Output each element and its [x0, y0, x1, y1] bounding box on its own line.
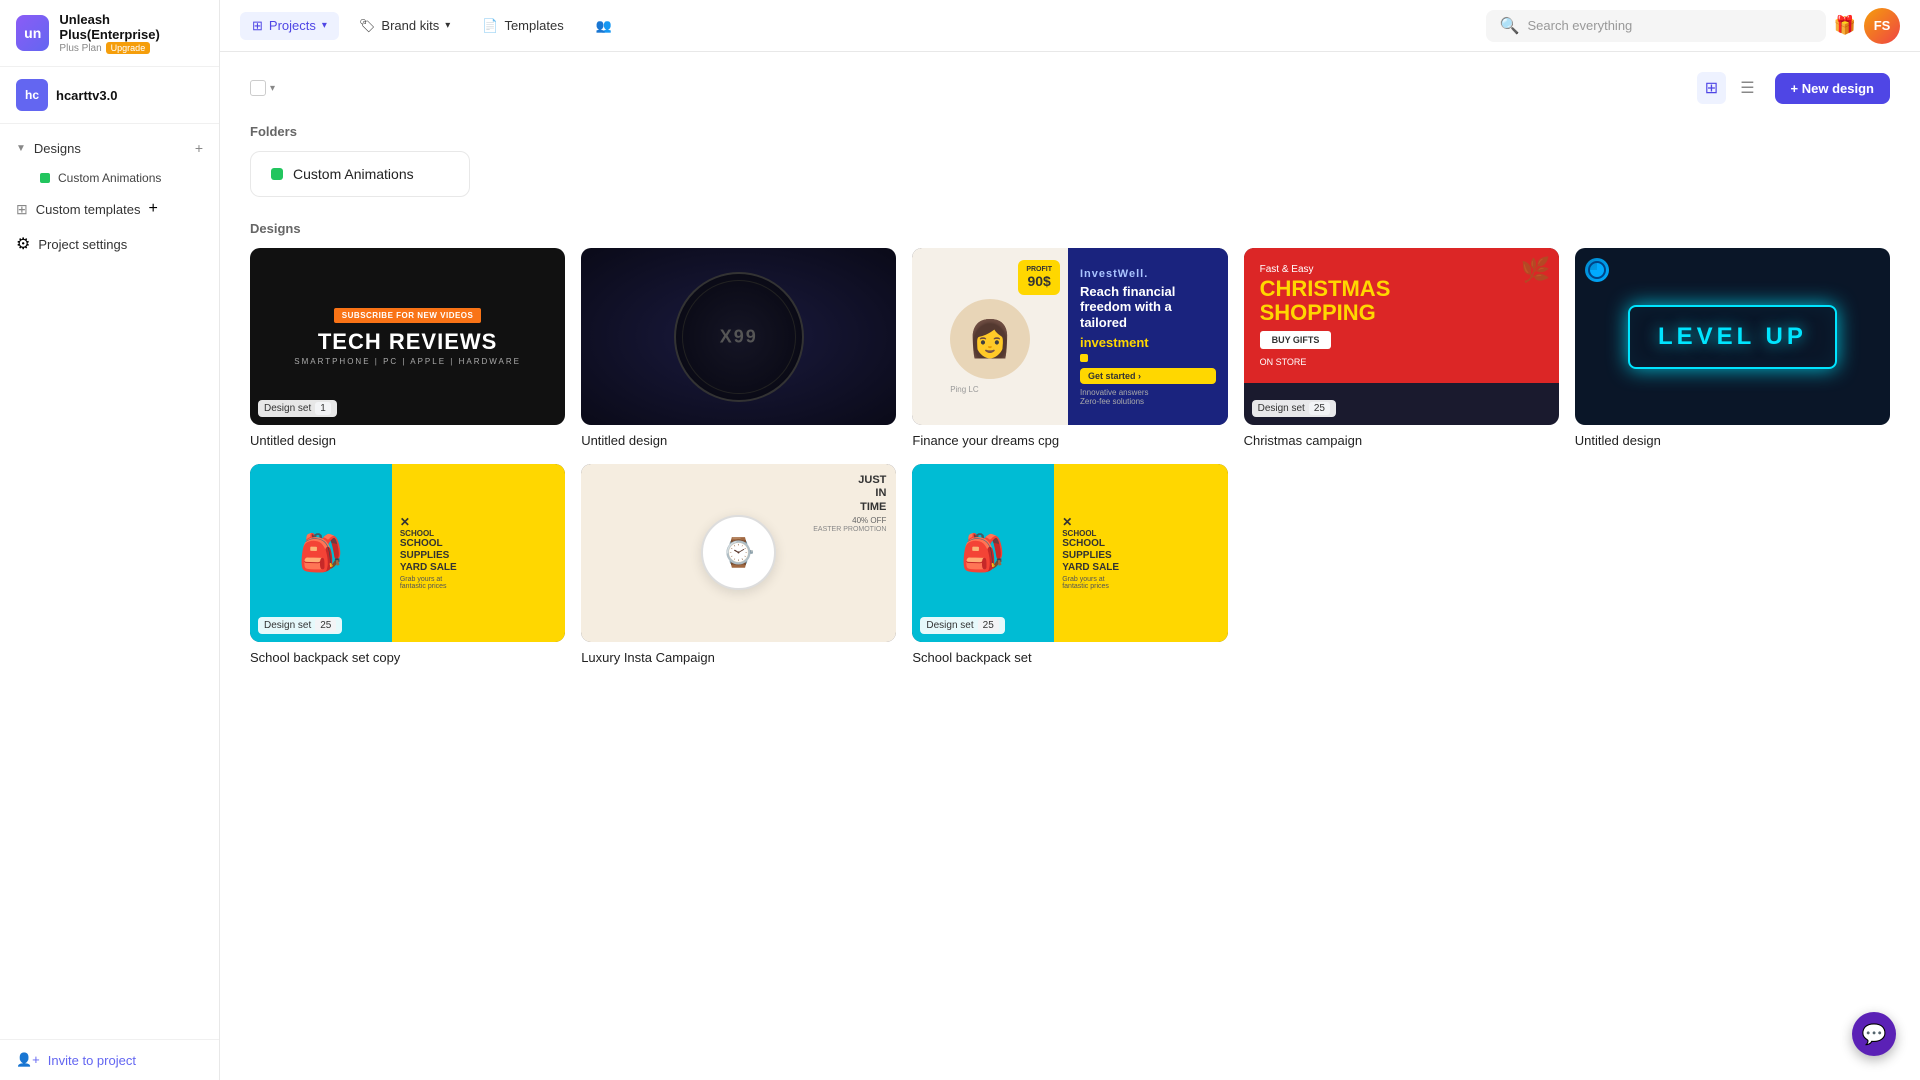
design-thumb-school-set: 🎒 ✕ SCHOOL SCHOOLSUPPLIESYARD SALE Grab … — [912, 464, 1227, 641]
design-card-school-set[interactable]: 🎒 ✕ SCHOOL SCHOOLSUPPLIESYARD SALE Grab … — [912, 464, 1227, 664]
design-title: Untitled design — [1575, 433, 1890, 448]
design-card-luxury[interactable]: ⌚ JUSTINTIME 40% OFF EASTER PROMOTION Lu… — [581, 464, 896, 664]
design-title: Christmas campaign — [1244, 433, 1559, 448]
invite-icon: 👤+ — [16, 1052, 40, 1068]
select-all-checkbox[interactable] — [250, 80, 266, 96]
design-thumb-school-copy: 🎒 ✕ SCHOOL SCHOOLSUPPLIESYARD SALE Grab … — [250, 464, 565, 641]
design-thumb-tech-reviews: SUBSCRIBE FOR NEW VIDEOS TECH REVIEWS SM… — [250, 248, 565, 425]
user-avatar[interactable]: FS — [1864, 8, 1900, 44]
workspace-avatar: hc — [16, 79, 48, 111]
team-icon: 👥 — [596, 18, 612, 34]
sidebar-footer: 👤+ Invite to project — [0, 1039, 219, 1080]
sidebar-item-custom-templates[interactable]: ⊞ Custom templates + — [0, 192, 219, 226]
top-navigation: ⊞ Projects ▾ 🏷 Brand kits ▾ 📄 Templates … — [220, 0, 1920, 52]
design-card-christmas[interactable]: Fast & Easy CHRISTMASSHOPPING BUY GIFTS … — [1244, 248, 1559, 448]
custom-templates-label: Custom templates — [36, 202, 141, 217]
templates-icon: 📄 — [482, 18, 498, 34]
projects-chevron-icon: ▾ — [322, 20, 327, 31]
folder-name: Custom Animations — [293, 166, 414, 182]
projects-icon: ⊞ — [252, 18, 263, 34]
folder-dot — [271, 168, 283, 180]
designs-grid: SUBSCRIBE FOR NEW VIDEOS TECH REVIEWS SM… — [250, 248, 1890, 665]
upgrade-badge[interactable]: Upgrade — [106, 42, 151, 54]
app-name: Unleash Plus(Enterprise) — [59, 12, 203, 42]
designs-section-title: Designs — [250, 221, 1890, 236]
chevron-down-icon: ▼ — [16, 143, 26, 154]
design-set-badge: Design set 1 — [258, 400, 337, 417]
design-set-badge: Design set 25 — [920, 617, 1004, 634]
brand-kits-icon: 🏷 — [359, 18, 376, 34]
sidebar-item-custom-animations[interactable]: Custom Animations — [0, 164, 219, 192]
sidebar-item-designs[interactable]: ▼ Designs + — [0, 132, 219, 164]
view-toggle: ⊞ ☰ — [1697, 72, 1763, 104]
design-thumb-christmas: Fast & Easy CHRISTMASSHOPPING BUY GIFTS … — [1244, 248, 1559, 425]
brand-kits-nav-button[interactable]: 🏷 Brand kits ▾ — [347, 12, 462, 40]
designs-label: Designs — [34, 141, 81, 156]
team-nav-button[interactable]: 👥 — [584, 12, 624, 40]
templates-nav-button[interactable]: 📄 Templates — [470, 12, 575, 40]
brand-kits-chevron-icon: ▾ — [445, 20, 450, 31]
projects-nav-button[interactable]: ⊞ Projects ▾ — [240, 12, 339, 40]
design-thumb-finance: PROFIT 90$ 👩 Ping LC — [912, 248, 1227, 425]
design-card-levelup[interactable]: LEVEL UP Untitled design — [1575, 248, 1890, 448]
search-input[interactable] — [1528, 18, 1812, 33]
design-card-finance[interactable]: PROFIT 90$ 👩 Ping LC — [912, 248, 1227, 448]
design-title: Finance your dreams cpg — [912, 433, 1227, 448]
select-dropdown-icon[interactable]: ▾ — [270, 83, 275, 94]
app-logo-text: Unleash Plus(Enterprise) Plus Plan Upgra… — [59, 12, 203, 54]
grid-icon: ⊞ — [16, 201, 28, 218]
invite-to-project-button[interactable]: 👤+ Invite to project — [16, 1052, 136, 1068]
list-view-button[interactable]: ☰ — [1732, 72, 1762, 104]
content-toolbar: ▾ ⊞ ☰ + New design — [250, 72, 1890, 104]
content-area: ▾ ⊞ ☰ + New design Folders Custom Animat… — [220, 52, 1920, 1080]
design-title: School backpack set copy — [250, 650, 565, 665]
folder-custom-animations[interactable]: Custom Animations — [250, 151, 470, 197]
sidebar-navigation: ▼ Designs + Custom Animations ⊞ Custom t… — [0, 124, 219, 1039]
gift-icon[interactable]: 🎁 — [1834, 15, 1856, 36]
main-area: ⊞ Projects ▾ 🏷 Brand kits ▾ 📄 Templates … — [220, 0, 1920, 1080]
search-container[interactable]: 🔍 — [1486, 10, 1826, 42]
subscribe-badge: SUBSCRIBE FOR NEW VIDEOS — [334, 308, 482, 323]
design-title: Untitled design — [581, 433, 896, 448]
new-design-button[interactable]: + New design — [1775, 73, 1890, 104]
design-card-school-copy[interactable]: 🎒 ✕ SCHOOL SCHOOLSUPPLIESYARD SALE Grab … — [250, 464, 565, 664]
chat-bubble-button[interactable]: 💬 — [1852, 1012, 1896, 1056]
folders-grid: Custom Animations — [250, 151, 1890, 197]
design-card-motherboard[interactable]: X99 Untitled design — [581, 248, 896, 448]
chat-icon: 💬 — [1862, 1022, 1887, 1047]
design-set-badge: Design set 25 — [258, 617, 342, 634]
select-all-wrapper[interactable]: ▾ — [250, 80, 275, 96]
app-logo-icon: un — [16, 15, 49, 51]
design-title: School backpack set — [912, 650, 1227, 665]
app-plan: Plus Plan Upgrade — [59, 42, 203, 54]
settings-icon: ⚙ — [16, 234, 30, 254]
search-icon: 🔍 — [1500, 16, 1520, 36]
design-thumb-luxury: ⌚ JUSTINTIME 40% OFF EASTER PROMOTION — [581, 464, 896, 641]
project-settings-label: Project settings — [38, 237, 127, 252]
custom-animations-label: Custom Animations — [58, 171, 161, 185]
topnav-actions: 🎁 FS — [1834, 8, 1900, 44]
folders-section-title: Folders — [250, 124, 1890, 139]
design-card-tech-reviews[interactable]: SUBSCRIBE FOR NEW VIDEOS TECH REVIEWS SM… — [250, 248, 565, 448]
design-thumb-levelup: LEVEL UP — [1575, 248, 1890, 425]
workspace-name: hcarttv3.0 — [56, 88, 117, 103]
sidebar-item-project-settings[interactable]: ⚙ Project settings — [0, 226, 219, 262]
design-title: Untitled design — [250, 433, 565, 448]
folder-color-dot — [40, 173, 50, 183]
design-set-badge: Design set 25 — [1252, 400, 1336, 417]
sidebar: un Unleash Plus(Enterprise) Plus Plan Up… — [0, 0, 220, 1080]
sidebar-logo: un Unleash Plus(Enterprise) Plus Plan Up… — [0, 0, 219, 67]
add-template-icon[interactable]: + — [149, 200, 158, 218]
add-folder-icon[interactable]: + — [195, 140, 203, 156]
design-thumb-motherboard: X99 — [581, 248, 896, 425]
design-title: Luxury Insta Campaign — [581, 650, 896, 665]
grid-view-button[interactable]: ⊞ — [1697, 72, 1726, 104]
workspace-selector[interactable]: hc hcarttv3.0 — [0, 67, 219, 124]
